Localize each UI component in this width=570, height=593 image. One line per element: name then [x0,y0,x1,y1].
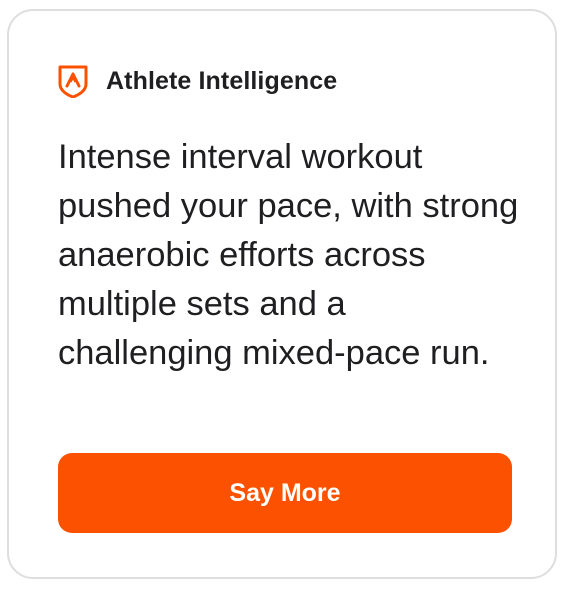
athlete-intelligence-shield-icon [58,65,88,98]
card-header: Athlete Intelligence [58,64,337,98]
workout-summary-text: Intense interval workout pushed your pac… [58,138,519,372]
say-more-button[interactable]: Say More [58,453,512,533]
athlete-intelligence-card: Athlete Intelligence Intense interval wo… [7,9,557,579]
card-title: Athlete Intelligence [106,66,338,95]
